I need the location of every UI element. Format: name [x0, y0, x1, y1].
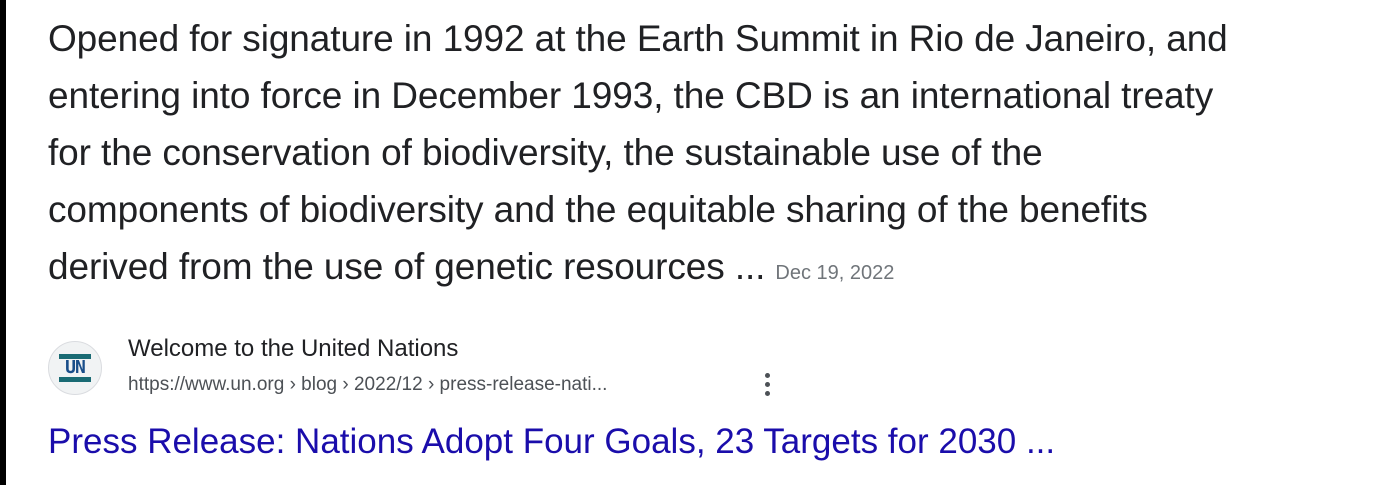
result-title-link[interactable]: Press Release: Nations Adopt Four Goals,… — [48, 420, 1055, 464]
snippet-line-last: derived from the use of genetic resource… — [48, 238, 1368, 302]
favicon-graphic: UN — [59, 354, 91, 382]
snippet-date: Dec 19, 2022 — [775, 262, 895, 284]
result-source[interactable]: UN Welcome to the United Nations https:/… — [48, 335, 848, 399]
left-edge-bar — [0, 0, 6, 485]
snippet-line: Opened for signature in 1992 at the Eart… — [48, 18, 1228, 59]
favicon-letters: UN — [65, 357, 86, 378]
snippet-line: for the conservation of biodiversity, th… — [48, 132, 1043, 173]
result-snippet: Opened for signature in 1992 at the Eart… — [48, 10, 1368, 302]
more-dot — [765, 373, 770, 378]
snippet-line: derived from the use of genetic resource… — [48, 246, 766, 287]
more-dot — [765, 382, 770, 387]
more-vert-icon[interactable] — [758, 371, 778, 401]
snippet-line: components of biodiversity and the equit… — [48, 189, 1148, 230]
site-name[interactable]: Welcome to the United Nations — [128, 335, 458, 363]
snippet-line: entering into force in December 1993, th… — [48, 75, 1214, 116]
un-logo-icon: UN — [48, 341, 102, 395]
favicon-bottom-bar — [59, 377, 91, 382]
more-dot — [765, 391, 770, 396]
site-url[interactable]: https://www.un.org › blog › 2022/12 › pr… — [128, 373, 607, 397]
